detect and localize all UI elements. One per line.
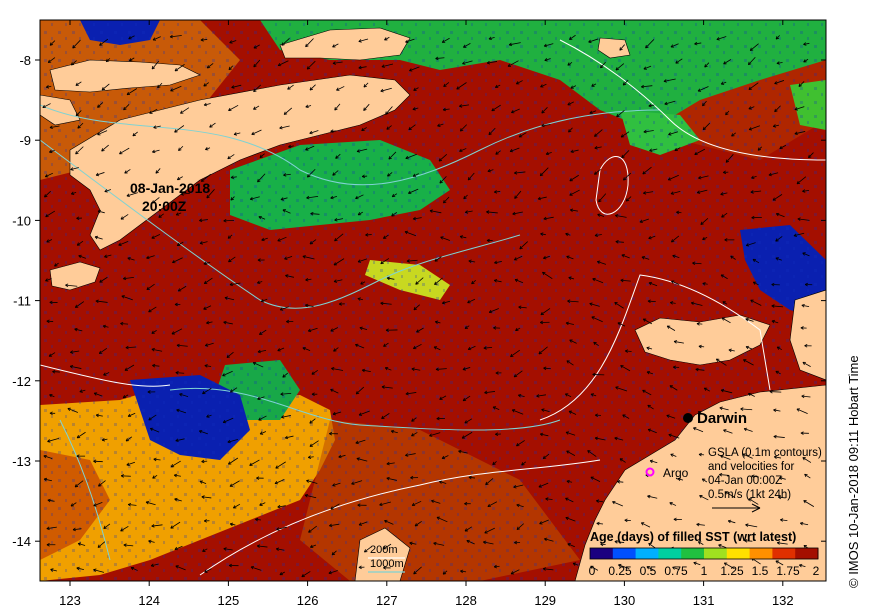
x-tick-label: 129: [534, 593, 556, 608]
colorbar-title: Age (days) of filled SST (wrt latest): [590, 530, 796, 544]
y-tick-label: -13: [12, 454, 31, 469]
colorbar-tick-label: 1.25: [720, 564, 744, 578]
colorbar-swatch: [635, 548, 659, 559]
colorbar-tick-label: 1.5: [752, 564, 769, 578]
x-tick-label: 126: [297, 593, 319, 608]
y-tick-label: -11: [13, 294, 31, 309]
gsla-line-1: GSLA (0.1m contours): [708, 447, 822, 459]
x-tick-label: 127: [376, 593, 398, 608]
colorbar-tick-label: 0: [589, 564, 596, 578]
x-tick-label: 128: [455, 593, 477, 608]
colorbar-tick-label: 0.25: [608, 564, 632, 578]
colorbar-swatch: [749, 548, 773, 559]
argo-label: Argo: [663, 466, 689, 480]
timestamp-time: 20:00Z: [142, 198, 187, 214]
x-tick-label: 131: [693, 593, 715, 608]
x-tick-label: 123: [59, 593, 81, 608]
y-tick-label: -10: [12, 213, 31, 228]
map-plot-area: Darwin Argo GSLA (0.1m contours) and vel…: [40, 20, 826, 581]
y-tick-label: -8: [19, 53, 31, 68]
y-tick-label: -12: [12, 374, 31, 389]
sst-map: Darwin Argo GSLA (0.1m contours) and vel…: [12, 19, 861, 608]
colorbar-swatch: [612, 548, 637, 559]
colorbar-swatch: [681, 548, 705, 559]
colorbar-tick-label: 0.75: [664, 564, 688, 578]
credit-text: © IMOS 10-Jan-2018 09:11 Hobart Time: [846, 355, 861, 588]
timestamp-date: 08-Jan-2018: [130, 180, 210, 196]
x-tick-label: 125: [218, 593, 240, 608]
velocity-vector: [223, 219, 235, 222]
colorbar-ticks: 0 0.25 0.5 0.75 1 1.25 1.5 1.75 2: [589, 564, 820, 578]
colorbar-swatches: [590, 548, 819, 559]
gsla-line-2: and velocities for: [708, 461, 794, 473]
depth-label-1000: 1000m: [370, 558, 404, 570]
colorbar: Age (days) of filled SST (wrt latest) 00…: [589, 530, 820, 578]
x-tick-label: 130: [614, 593, 636, 608]
colorbar-swatch: [772, 548, 796, 559]
colorbar-swatch: [658, 548, 682, 559]
colorbar-swatch: [590, 548, 614, 559]
darwin-marker: [683, 413, 693, 423]
depth-label-200: 200m: [370, 544, 398, 556]
colorbar-swatch: [795, 548, 819, 559]
colorbar-tick-label: 1.75: [776, 564, 800, 578]
gsla-line-3: 04-Jan 00:00Z: [708, 475, 782, 487]
colorbar-tick-label: 1: [701, 564, 708, 578]
colorbar-tick-label: 0.5: [640, 564, 657, 578]
colorbar-swatch: [704, 548, 728, 559]
x-tick-label: 132: [772, 593, 794, 608]
darwin-label: Darwin: [697, 410, 747, 427]
gsla-line-4: 0.5m/s (1kt 24h): [708, 489, 791, 501]
colorbar-swatch: [726, 548, 751, 559]
colorbar-tick-label: 2: [813, 564, 820, 578]
y-tick-label: -14: [12, 534, 31, 549]
x-tick-label: 124: [138, 593, 160, 608]
y-tick-label: -9: [19, 133, 31, 148]
